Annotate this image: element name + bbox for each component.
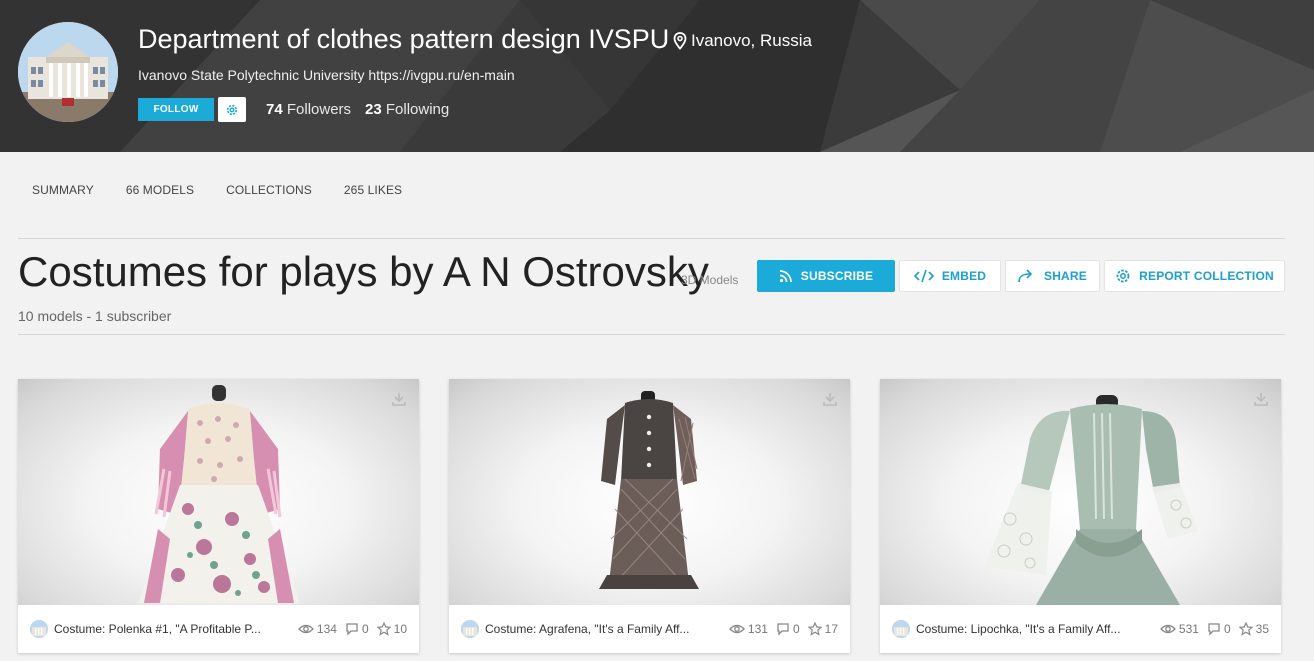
view-count: 531 (1160, 622, 1199, 636)
share-arrow-icon (1018, 269, 1033, 283)
costume-image-polenka (138, 385, 300, 603)
share-label: SHARE (1043, 269, 1087, 283)
location-text: Ivanovo, Russia (691, 31, 812, 50)
profile-name: Department of clothes pattern design IVS… (138, 24, 670, 54)
author-avatar[interactable] (892, 620, 910, 638)
model-card-footer: Costume: Lipochka, "It's a Family Aff...… (880, 605, 1281, 653)
model-title[interactable]: Costume: Lipochka, "It's a Family Aff... (916, 622, 1142, 636)
report-collection-button[interactable]: REPORT COLLECTION (1104, 260, 1285, 292)
model-title[interactable]: Costume: Polenka #1, "A Profitable P... (54, 622, 280, 636)
star-icon (807, 622, 822, 636)
subscribe-button[interactable]: SUBSCRIBE (757, 260, 895, 292)
like-count[interactable]: 17 (807, 622, 838, 636)
view-count-value: 134 (316, 622, 337, 636)
university-building-image (18, 22, 118, 122)
model-card[interactable]: Costume: Agrafena, "It's a Family Aff...… (449, 379, 850, 653)
report-collection-label: REPORT COLLECTION (1139, 269, 1274, 283)
tab-models[interactable]: 66 MODELS (126, 183, 194, 197)
eye-icon (1160, 624, 1176, 634)
profile-location: Ivanovo, Russia (673, 31, 812, 51)
star-icon (1238, 622, 1253, 636)
author-avatar-image (461, 620, 479, 638)
profile-bio: Ivanovo State Polytechnic University htt… (138, 67, 515, 83)
download-icon[interactable] (822, 391, 838, 407)
collection-type: 3D Models (681, 273, 739, 287)
view-count-value: 531 (1178, 622, 1199, 636)
code-icon (913, 269, 934, 283)
costume-image-agrafena (599, 391, 699, 589)
gear-icon (226, 104, 238, 115)
star-icon (376, 622, 391, 636)
model-card-footer: Costume: Polenka #1, "A Profitable P... … (18, 605, 419, 653)
like-count-value: 17 (824, 622, 838, 636)
model-card[interactable]: Costume: Lipochka, "It's a Family Aff...… (880, 379, 1281, 653)
model-stats: 134 0 10 (298, 622, 407, 636)
embed-button[interactable]: EMBED (899, 260, 1001, 292)
comment-count-value: 0 (792, 622, 800, 636)
comment-count-value: 0 (1223, 622, 1231, 636)
eye-icon (298, 624, 314, 634)
model-thumbnail[interactable] (880, 379, 1281, 605)
profile-settings-button[interactable] (218, 97, 246, 122)
view-count: 131 (729, 622, 768, 636)
author-avatar-image (892, 620, 910, 638)
author-avatar[interactable] (30, 620, 48, 638)
comment-icon (346, 622, 358, 636)
view-count: 134 (298, 622, 337, 636)
divider-bottom (18, 334, 1285, 335)
model-title[interactable]: Costume: Agrafena, "It's a Family Aff... (485, 622, 711, 636)
model-card-footer: Costume: Agrafena, "It's a Family Aff...… (449, 605, 850, 653)
collection-meta: 10 models - 1 subscriber (18, 308, 172, 324)
like-count[interactable]: 35 (1238, 622, 1269, 636)
embed-label: EMBED (941, 269, 987, 283)
tab-likes[interactable]: 265 LIKES (344, 183, 402, 197)
download-icon[interactable] (1253, 391, 1269, 407)
tab-collections[interactable]: COLLECTIONS (226, 183, 312, 197)
comment-count: 0 (1207, 622, 1231, 636)
download-icon[interactable] (391, 391, 407, 407)
model-stats: 131 0 17 (729, 622, 838, 636)
follow-button[interactable]: FOLLOW (138, 98, 214, 121)
comment-count: 0 (345, 622, 369, 636)
rss-icon (779, 270, 792, 283)
comment-count-value: 0 (361, 622, 369, 636)
followers-label: Followers (286, 101, 352, 118)
author-avatar[interactable] (461, 620, 479, 638)
costume-image-lipochka (984, 395, 1198, 605)
followers-stat[interactable]: 74 Followers (266, 101, 351, 118)
like-count[interactable]: 10 (376, 622, 407, 636)
following-stat[interactable]: 23 Following (365, 101, 449, 118)
model-thumbnail[interactable] (449, 379, 850, 605)
author-avatar-image (30, 620, 48, 638)
comment-icon (777, 622, 789, 636)
like-count-value: 35 (1255, 622, 1269, 636)
model-stats: 531 0 35 (1160, 622, 1269, 636)
following-label: Following (385, 101, 450, 118)
map-pin-icon (673, 32, 687, 50)
view-count-value: 131 (747, 622, 768, 636)
collection-title: Costumes for plays by A N Ostrovsky (18, 248, 709, 295)
model-thumbnail[interactable] (18, 379, 419, 605)
followers-count: 74 (266, 101, 283, 118)
gear-icon (1116, 269, 1130, 283)
divider-top (18, 238, 1285, 239)
profile-banner: Department of clothes pattern design IVS… (0, 0, 1314, 152)
profile-tabs: SUMMARY 66 MODELS COLLECTIONS 265 LIKES (32, 183, 434, 197)
model-card[interactable]: Costume: Polenka #1, "A Profitable P... … (18, 379, 419, 653)
like-count-value: 10 (393, 622, 407, 636)
comment-count: 0 (776, 622, 800, 636)
following-count: 23 (365, 101, 382, 118)
tab-summary[interactable]: SUMMARY (32, 183, 94, 197)
profile-avatar[interactable] (18, 22, 118, 122)
eye-icon (729, 624, 745, 634)
comment-icon (1208, 622, 1220, 636)
subscribe-label: SUBSCRIBE (800, 269, 874, 283)
share-button[interactable]: SHARE (1005, 260, 1100, 292)
